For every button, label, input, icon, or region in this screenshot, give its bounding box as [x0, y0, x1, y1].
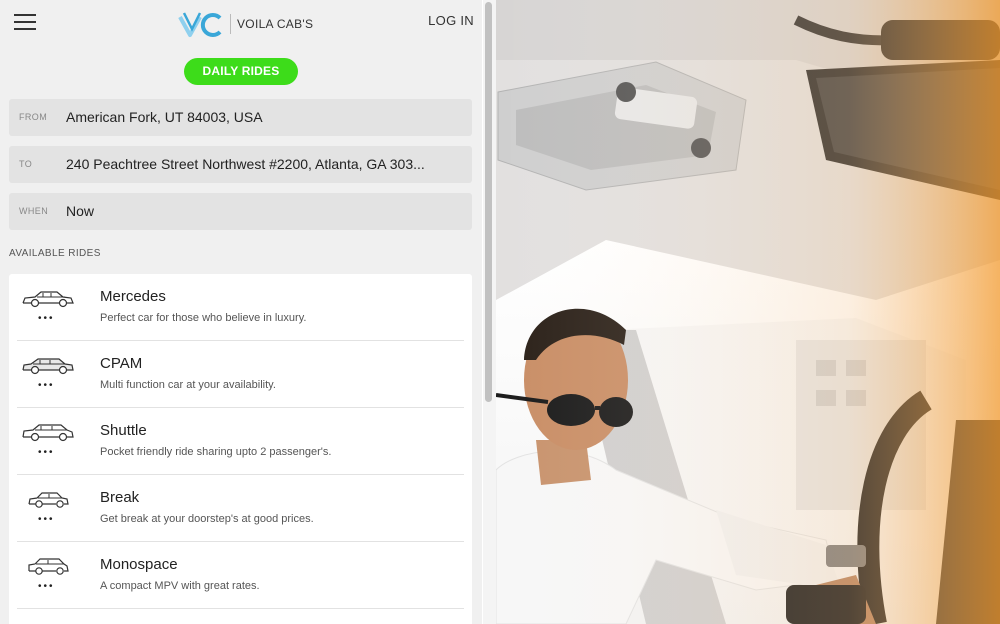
daily-rides-button[interactable]: DAILY RIDES	[184, 58, 298, 85]
ride-description: Perfect car for those who believe in lux…	[100, 312, 307, 324]
to-label: TO	[19, 159, 33, 169]
scroll-thumb[interactable]	[485, 2, 492, 402]
ride-description: A compact MPV with great rates.	[100, 580, 260, 592]
to-field[interactable]: TO 240 Peachtree Street Northwest #2200,…	[9, 146, 472, 183]
ride-dots: •••	[38, 380, 55, 391]
rides-list: ••• Mercedes Perfect car for those who b…	[9, 274, 472, 624]
ride-name: CPAM	[100, 355, 143, 372]
sedan-icon	[22, 291, 74, 308]
minivan-icon	[28, 558, 69, 575]
car-icon	[22, 358, 74, 375]
hero-photo	[496, 0, 1000, 624]
brand-name: VOILA CAB'S	[230, 14, 313, 34]
when-value[interactable]: Now	[66, 193, 466, 230]
ride-item-cpam[interactable]: ••• CPAM Multi function car at your avai…	[9, 341, 472, 408]
ride-dots: •••	[38, 313, 55, 324]
logo[interactable]: VOILA CAB'S	[178, 8, 313, 40]
logo-mark-icon	[178, 12, 222, 37]
ride-description: Get break at your doorstep's at good pri…	[100, 513, 314, 525]
hamburger-icon[interactable]	[14, 14, 36, 30]
driver-photo-illustration	[496, 0, 1000, 624]
ride-item-mercedes[interactable]: ••• Mercedes Perfect car for those who b…	[9, 274, 472, 341]
hatchback-icon	[22, 424, 74, 442]
ride-dots: •••	[38, 447, 55, 458]
from-field[interactable]: FROM American Fork, UT 84003, USA	[9, 99, 472, 136]
ride-name: Mercedes	[100, 288, 166, 305]
top-bar: VOILA CAB'S LOG IN	[0, 0, 482, 44]
ride-description: Multi function car at your availability.	[100, 379, 276, 391]
ride-item-monospace[interactable]: ••• Monospace A compact MPV with great r…	[9, 542, 472, 609]
available-rides-title: AVAILABLE RIDES	[9, 248, 101, 259]
ride-item-shuttle[interactable]: ••• Shuttle Pocket friendly ride sharing…	[9, 408, 472, 475]
panel-scrollbar[interactable]	[483, 0, 496, 624]
booking-panel: VOILA CAB'S LOG IN DAILY RIDES FROM Amer…	[0, 0, 482, 624]
divider	[17, 608, 464, 609]
ride-item-break[interactable]: ••• Break Get break at your doorstep's a…	[9, 475, 472, 542]
ride-description: Pocket friendly ride sharing upto 2 pass…	[100, 446, 332, 458]
from-label: FROM	[19, 112, 48, 122]
ride-dots: •••	[38, 581, 55, 592]
from-value[interactable]: American Fork, UT 84003, USA	[66, 99, 466, 136]
compact-car-icon	[28, 492, 69, 508]
to-value[interactable]: 240 Peachtree Street Northwest #2200, At…	[66, 146, 466, 183]
login-link[interactable]: LOG IN	[428, 13, 474, 28]
ride-name: Break	[100, 489, 140, 506]
ride-name: Shuttle	[100, 422, 147, 439]
when-label: WHEN	[19, 206, 49, 216]
when-field[interactable]: WHEN Now	[9, 193, 472, 230]
ride-dots: •••	[38, 514, 55, 525]
ride-name: Monospace	[100, 556, 178, 573]
